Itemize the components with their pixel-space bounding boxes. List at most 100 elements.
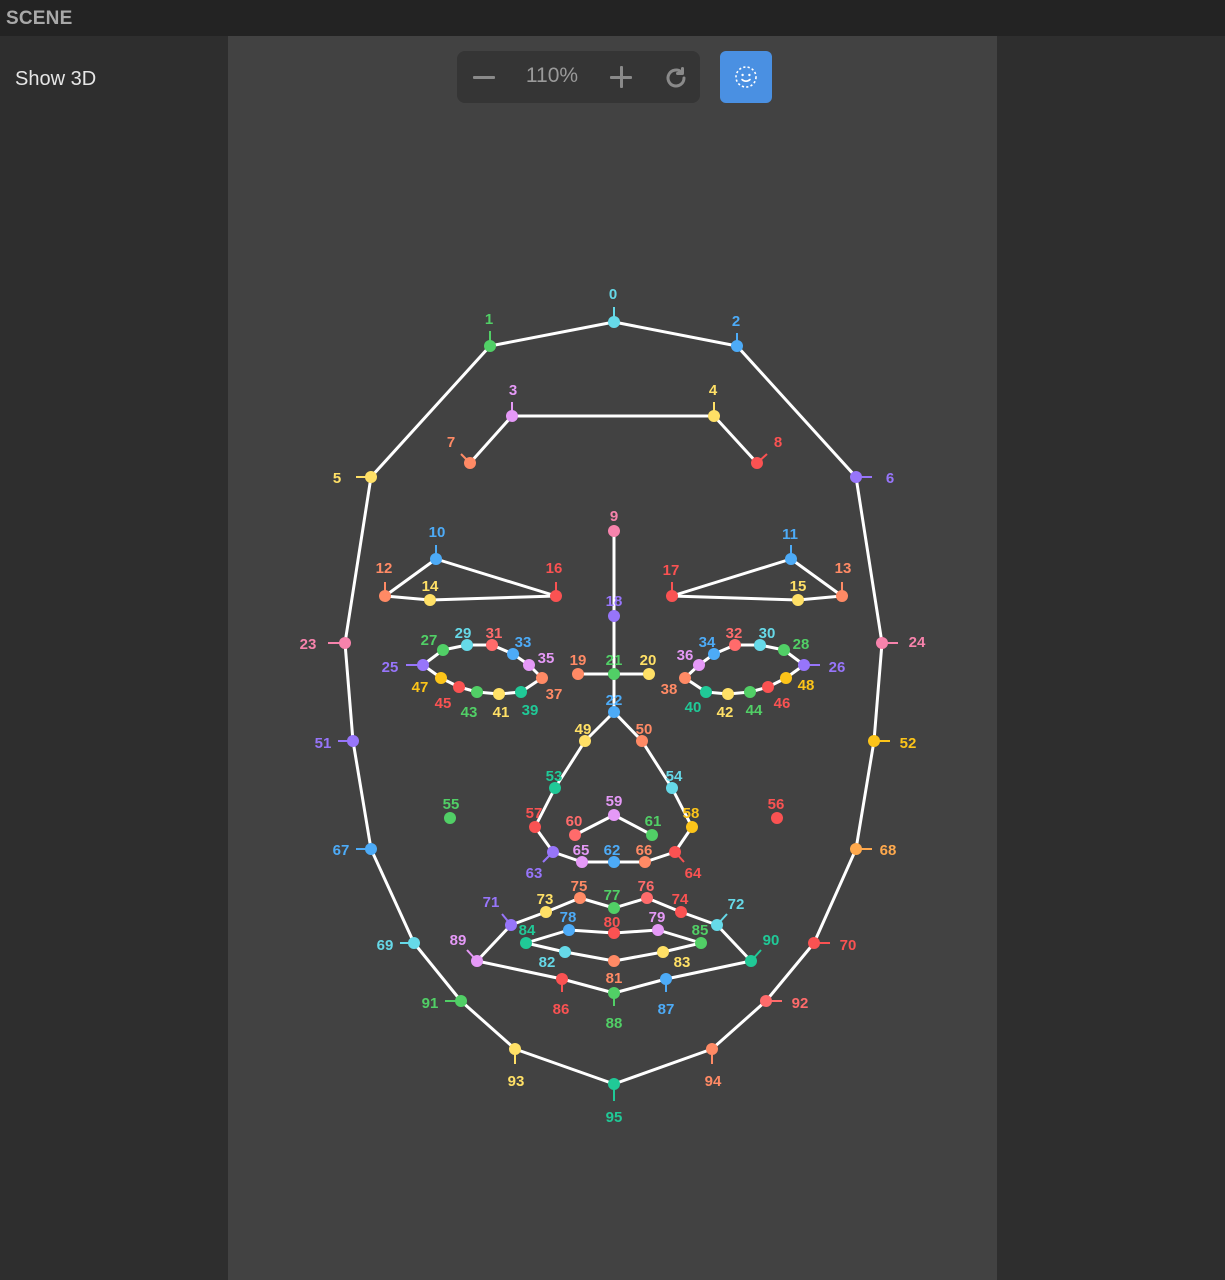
landmark-point-93[interactable] [509, 1043, 521, 1055]
landmark-label-27: 27 [421, 632, 438, 649]
landmark-label-0: 0 [609, 286, 617, 303]
landmark-point-81[interactable] [608, 955, 620, 967]
landmark-point-17[interactable] [666, 590, 678, 602]
landmark-point-13[interactable] [836, 590, 848, 602]
landmark-point-35[interactable] [523, 659, 535, 671]
landmark-point-91[interactable] [455, 995, 467, 1007]
landmark-point-3[interactable] [506, 410, 518, 422]
landmark-point-26[interactable] [798, 659, 810, 671]
landmark-point-47[interactable] [435, 672, 447, 684]
landmark-point-45[interactable] [453, 681, 465, 693]
landmark-point-90[interactable] [745, 955, 757, 967]
landmark-point-25[interactable] [417, 659, 429, 671]
landmark-point-60[interactable] [569, 829, 581, 841]
landmark-point-38[interactable] [679, 672, 691, 684]
landmark-point-56[interactable] [771, 812, 783, 824]
landmark-point-44[interactable] [744, 686, 756, 698]
landmark-point-15[interactable] [792, 594, 804, 606]
landmark-point-21[interactable] [608, 668, 620, 680]
landmark-point-92[interactable] [760, 995, 772, 1007]
landmark-point-63[interactable] [547, 846, 559, 858]
landmark-point-43[interactable] [471, 686, 483, 698]
landmark-point-28[interactable] [778, 644, 790, 656]
landmark-label-45: 45 [435, 695, 452, 712]
face-landmarks-button[interactable] [720, 51, 772, 103]
landmark-point-51[interactable] [347, 735, 359, 747]
landmark-point-40[interactable] [700, 686, 712, 698]
landmark-edge [872, 641, 884, 743]
landmark-point-48[interactable] [780, 672, 792, 684]
landmark-label-69: 69 [377, 937, 394, 954]
landmark-point-36[interactable] [693, 659, 705, 671]
landmark-point-10[interactable] [430, 553, 442, 565]
landmark-label-93: 93 [508, 1073, 525, 1090]
landmark-label-74: 74 [672, 891, 689, 908]
landmark-point-42[interactable] [722, 688, 734, 700]
landmark-label-58: 58 [683, 805, 700, 822]
landmark-point-52[interactable] [868, 735, 880, 747]
landmark-label-57: 57 [526, 805, 543, 822]
landmark-edge [513, 1047, 616, 1086]
landmark-point-87[interactable] [660, 973, 672, 985]
landmark-point-12[interactable] [379, 590, 391, 602]
zoom-out-button[interactable] [459, 51, 507, 103]
landmark-point-86[interactable] [556, 973, 568, 985]
landmark-point-95[interactable] [608, 1078, 620, 1090]
landmark-point-27[interactable] [437, 644, 449, 656]
landmark-label-17: 17 [663, 562, 680, 579]
landmark-point-8[interactable] [751, 457, 763, 469]
landmark-point-61[interactable] [646, 829, 658, 841]
landmark-point-58[interactable] [686, 821, 698, 833]
landmark-point-24[interactable] [876, 637, 888, 649]
landmark-edge [343, 475, 373, 645]
landmark-label-25: 25 [382, 659, 399, 676]
landmark-label-85: 85 [692, 922, 709, 939]
landmark-point-1[interactable] [484, 340, 496, 352]
landmark-point-46[interactable] [762, 681, 774, 693]
reset-view-button[interactable] [651, 51, 699, 103]
landmark-point-7[interactable] [464, 457, 476, 469]
landmark-label-34: 34 [699, 634, 716, 651]
landmark-point-14[interactable] [424, 594, 436, 606]
landmark-point-82[interactable] [559, 946, 571, 958]
landmark-point-94[interactable] [706, 1043, 718, 1055]
landmark-edge [854, 739, 876, 851]
landmark-point-71[interactable] [505, 919, 517, 931]
landmark-point-69[interactable] [408, 937, 420, 949]
landmark-edge [343, 641, 355, 743]
landmark-point-4[interactable] [708, 410, 720, 422]
landmark-edge [488, 320, 616, 348]
landmark-edge [670, 594, 800, 602]
landmark-point-16[interactable] [550, 590, 562, 602]
landmark-point-2[interactable] [731, 340, 743, 352]
landmark-point-67[interactable] [365, 843, 377, 855]
landmark-point-59[interactable] [608, 809, 620, 821]
landmark-point-39[interactable] [515, 686, 527, 698]
landmark-point-57[interactable] [529, 821, 541, 833]
landmark-point-55[interactable] [444, 812, 456, 824]
landmark-label-38: 38 [661, 681, 678, 698]
landmark-point-11[interactable] [785, 553, 797, 565]
landmark-edge [764, 941, 816, 1003]
landmark-label-9: 9 [610, 508, 618, 525]
landmark-point-83[interactable] [657, 946, 669, 958]
landmark-point-37[interactable] [536, 672, 548, 684]
landmark-point-68[interactable] [850, 843, 862, 855]
landmark-edge [428, 594, 558, 602]
landmark-point-9[interactable] [608, 525, 620, 537]
landmark-point-5[interactable] [365, 471, 377, 483]
landmark-point-0[interactable] [608, 316, 620, 328]
landmark-label-21: 21 [606, 652, 623, 669]
landmark-point-89[interactable] [471, 955, 483, 967]
landmark-point-70[interactable] [808, 937, 820, 949]
landmark-point-88[interactable] [608, 987, 620, 999]
landmark-point-6[interactable] [850, 471, 862, 483]
landmark-point-72[interactable] [711, 919, 723, 931]
landmark-point-20[interactable] [643, 668, 655, 680]
landmark-point-23[interactable] [339, 637, 351, 649]
zoom-in-button[interactable] [597, 51, 645, 103]
landmark-point-64[interactable] [669, 846, 681, 858]
landmark-point-41[interactable] [493, 688, 505, 700]
landmark-point-18[interactable] [608, 610, 620, 622]
landmark-point-19[interactable] [572, 668, 584, 680]
